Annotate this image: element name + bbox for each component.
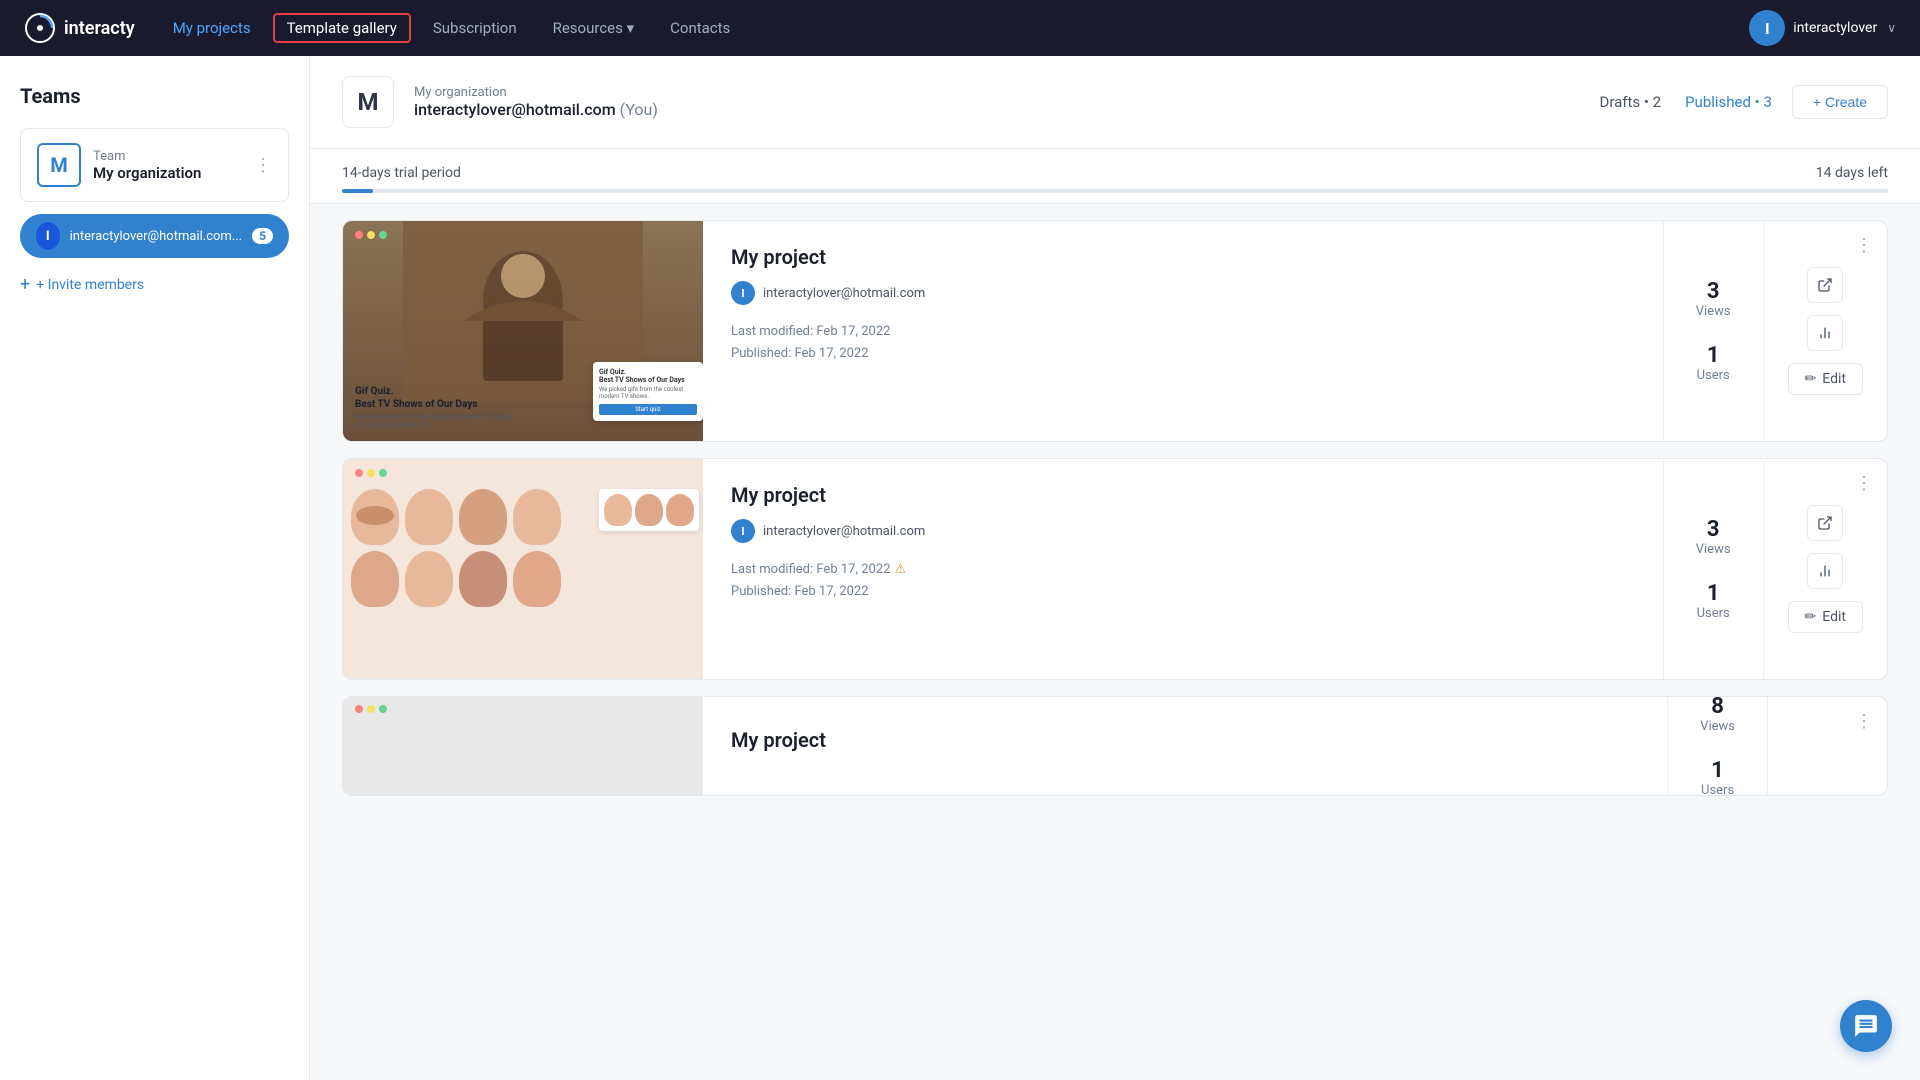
nav-my-projects[interactable]: My projects — [159, 13, 265, 43]
thumb-dots-2 — [355, 469, 387, 477]
drafts-stat: Drafts • 2 — [1600, 93, 1662, 111]
users-stat-3: 1 Users — [1701, 758, 1734, 796]
project-stats-2: 3 Views 1 Users — [1663, 459, 1763, 679]
views-stat-2: 3 Views — [1696, 517, 1731, 557]
nav-template-gallery[interactable]: Template gallery — [273, 13, 411, 43]
users-stat-1: 1 Users — [1697, 343, 1730, 383]
analytics-button-1[interactable] — [1807, 315, 1843, 351]
user-pill-avatar: I — [36, 222, 60, 250]
project-card-3: ⋮ My project 8 Vi — [342, 696, 1888, 796]
nav-contacts[interactable]: Contacts — [656, 13, 744, 43]
trial-text: 14-days trial period — [342, 165, 461, 181]
project-card: ⋮ — [342, 220, 1888, 442]
card-menu-icon-3[interactable]: ⋮ — [1855, 711, 1873, 732]
chat-icon — [1853, 1013, 1879, 1039]
external-link-button-2[interactable] — [1807, 505, 1843, 541]
main-content: M My organization interactylover@hotmail… — [310, 56, 1920, 1080]
team-label: Team — [93, 149, 242, 164]
nav-subscription[interactable]: Subscription — [419, 13, 531, 43]
project-title-2: My project — [731, 483, 1635, 507]
project-user-email-2: interactylover@hotmail.com — [763, 524, 925, 539]
org-email: interactylover@hotmail.com (You) — [414, 100, 1580, 119]
project-title-3: My project — [731, 728, 826, 752]
analytics-button-2[interactable] — [1807, 553, 1843, 589]
project-stats-1: 3 Views 1 Users — [1663, 221, 1763, 441]
project-info-2: My project I interactylover@hotmail.com … — [703, 459, 1663, 679]
views-stat-1: 3 Views — [1696, 279, 1731, 319]
project-user-1: I interactylover@hotmail.com — [731, 281, 1635, 305]
project-card-2: ⋮ — [342, 458, 1888, 680]
card-menu-icon-2[interactable]: ⋮ — [1855, 473, 1873, 494]
edit-icon-2: ✏ — [1805, 609, 1817, 625]
team-card[interactable]: M Team My organization ⋮ — [20, 128, 289, 202]
trial-progress-fill — [342, 189, 373, 193]
logo-icon — [24, 12, 56, 44]
user-pill-email: interactylover@hotmail.com... — [70, 229, 243, 244]
main-layout: Teams M Team My organization ⋮ I interac… — [0, 56, 1920, 1080]
team-avatar: M — [37, 143, 81, 187]
project-title-1: My project — [731, 245, 1635, 269]
project-dates-1: Last modified: Feb 17, 2022 Published: F… — [731, 321, 1635, 365]
project-user-avatar-2: I — [731, 519, 755, 543]
thumb-subtitle-1: We picked gifs from the coolest modern T… — [355, 413, 691, 429]
published-stat[interactable]: Published • 3 — [1685, 93, 1772, 111]
edit-button-1[interactable]: ✏ Edit — [1788, 363, 1863, 395]
create-button[interactable]: + Create — [1792, 85, 1888, 119]
navbar: interacty My projects Template gallery S… — [0, 0, 1920, 56]
team-info: Team My organization — [93, 149, 242, 182]
project-user-2: I interactylover@hotmail.com — [731, 519, 1635, 543]
chevron-down-icon: ∨ — [1887, 21, 1896, 35]
trial-days-left: 14 days left — [1816, 165, 1888, 181]
project-user-avatar-1: I — [731, 281, 755, 305]
username: interactylover — [1793, 20, 1877, 36]
project-user-email-1: interactylover@hotmail.com — [763, 286, 925, 301]
team-menu-icon[interactable]: ⋮ — [254, 155, 272, 176]
org-name: My organization — [414, 85, 1580, 100]
user-pill[interactable]: I interactylover@hotmail.com... 5 — [20, 214, 289, 258]
project-info-1: My project I interactylover@hotmail.com … — [703, 221, 1663, 441]
views-stat-3: 8 Views — [1700, 696, 1735, 734]
user-avatar: I — [1749, 10, 1785, 46]
project-thumbnail-3 — [343, 697, 703, 796]
logo[interactable]: interacty — [24, 12, 135, 44]
trial-banner: 14-days trial period 14 days left — [310, 149, 1920, 204]
project-thumbnail: Gif Quiz.Best TV Shows of Our Days We pi… — [343, 221, 703, 441]
sidebar: Teams M Team My organization ⋮ I interac… — [0, 56, 310, 1080]
team-name: My organization — [93, 164, 242, 182]
projects-list: ⋮ — [310, 204, 1920, 812]
chat-fab-button[interactable] — [1840, 1000, 1892, 1052]
project-thumbnail-2 — [343, 459, 703, 679]
org-avatar: M — [342, 76, 394, 128]
warning-icon: ⚠ — [894, 562, 906, 577]
invite-label: + Invite members — [36, 277, 144, 293]
user-pill-badge: 5 — [252, 228, 273, 244]
thumb-title-1: Gif Quiz.Best TV Shows of Our Days — [355, 385, 691, 411]
plus-icon: + — [20, 274, 30, 295]
user-menu[interactable]: I interactylover ∨ — [1749, 10, 1896, 46]
project-info-3: My project — [703, 697, 1667, 795]
nav-resources[interactable]: Resources ▾ — [539, 13, 649, 43]
org-header: M My organization interactylover@hotmail… — [310, 56, 1920, 149]
card-menu-icon[interactable]: ⋮ — [1855, 235, 1873, 256]
project-dates-2: Last modified: Feb 17, 2022⚠ Published: … — [731, 559, 1635, 603]
edit-button-2[interactable]: ✏ Edit — [1788, 601, 1863, 633]
org-info: My organization interactylover@hotmail.c… — [414, 85, 1580, 119]
sidebar-title: Teams — [20, 84, 289, 108]
external-link-button-1[interactable] — [1807, 267, 1843, 303]
edit-icon-1: ✏ — [1805, 371, 1817, 387]
org-you-label: (You) — [620, 100, 658, 119]
logo-text: interacty — [64, 18, 135, 39]
users-stat-2: 1 Users — [1697, 581, 1730, 621]
trial-progress-bar — [342, 189, 1888, 193]
project-stats-3: 8 Views 1 Users — [1667, 697, 1767, 795]
org-stats: Drafts • 2 Published • 3 — [1600, 93, 1772, 111]
invite-members-button[interactable]: + + Invite members — [20, 270, 289, 299]
